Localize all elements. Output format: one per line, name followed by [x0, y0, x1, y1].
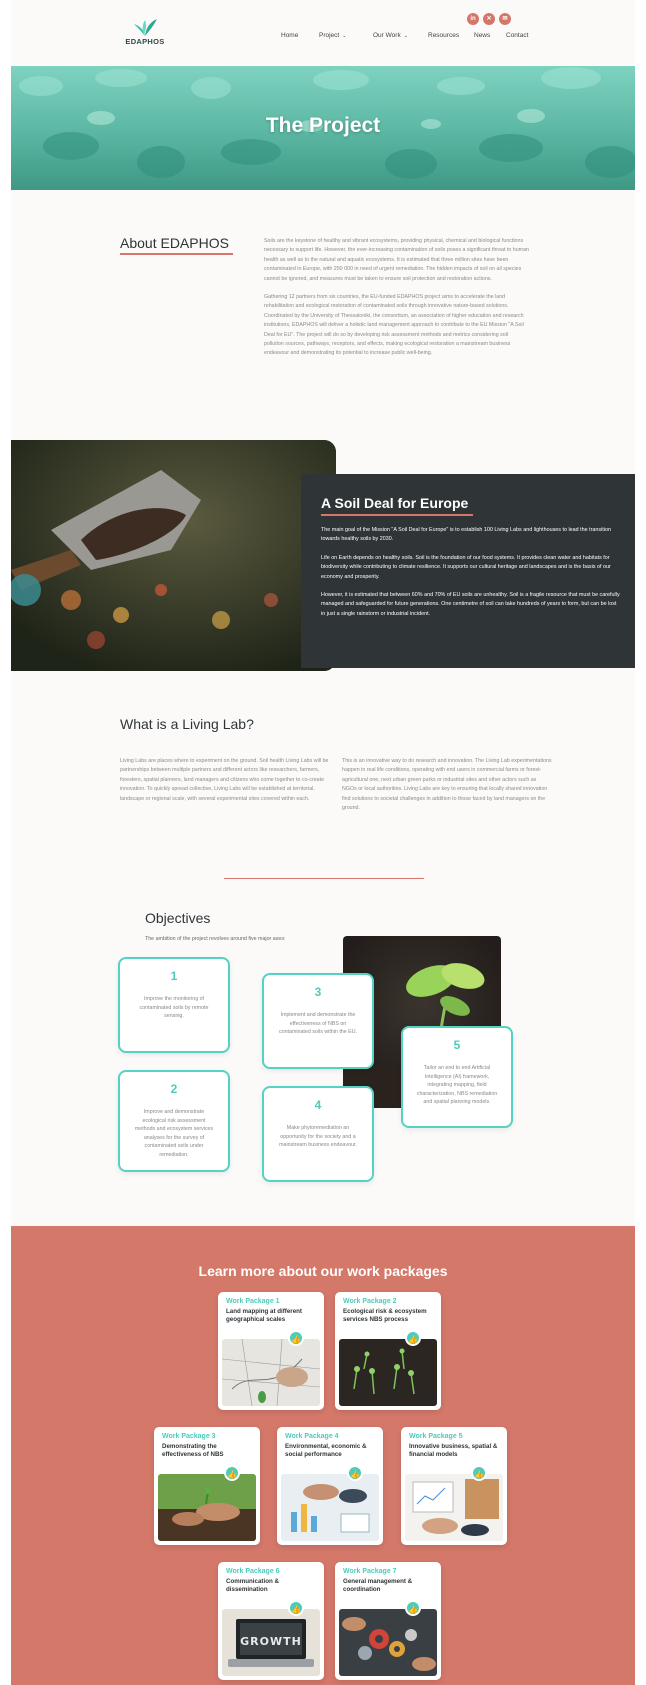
objective-number: 4 [314, 1098, 322, 1112]
work-package-image [281, 1474, 379, 1541]
objective-card-4: 4 Make phytoremediation an opportunity f… [262, 1086, 374, 1182]
work-packages-heading: Learn more about our work packages [198, 1263, 448, 1279]
living-lab-column-2: This is an innovative way to do research… [342, 758, 552, 812]
work-package-desc: General management & coordination [343, 1578, 413, 1593]
about-title-underline [120, 253, 233, 255]
nav-resources[interactable]: Resources [428, 32, 459, 39]
work-package-image [158, 1474, 256, 1541]
work-package-image [339, 1339, 437, 1406]
chevron-down-icon: ⌄ [403, 33, 408, 39]
work-package-image [222, 1339, 320, 1406]
nav-home[interactable]: Home [281, 32, 298, 39]
thumbs-up-icon: 👍 [347, 1465, 363, 1481]
work-package-desc: Ecological risk & ecosystem services NBS… [343, 1308, 427, 1323]
nav-contact[interactable]: Contact [506, 32, 528, 39]
twitter-icon[interactable]: ✕ [483, 13, 495, 25]
work-package-label: Work Package 1 [226, 1298, 280, 1305]
about-paragraph: Soils are the keystone of healthy and vi… [264, 238, 529, 282]
objectives-subtitle: The ambition of the project revolves aro… [145, 936, 286, 942]
objective-card-5: 5 Tailor an end to end Artificial Intell… [401, 1026, 513, 1128]
soil-deal-paragraph: However, it is estimated that between 60… [321, 592, 620, 617]
work-package-label: Work Package 6 [226, 1568, 280, 1575]
objective-text: Tailor an end to end Artificial Intellig… [416, 1065, 498, 1106]
soil-photo-graphic [11, 440, 336, 671]
objective-card-3: 3 Implement and demonstrate the effectiv… [262, 973, 374, 1069]
work-package-image [339, 1609, 437, 1676]
soil-deal-title: A Soil Deal for Europe [321, 495, 469, 511]
thumbs-up-icon: 👍 [405, 1330, 421, 1346]
svg-text:GROWTH: GROWTH [240, 1635, 302, 1648]
work-package-desc: Land mapping at different geographical s… [226, 1308, 302, 1323]
chevron-down-icon: ⌄ [342, 33, 347, 39]
work-package-desc: Communication & dissemination [226, 1578, 279, 1593]
linkedin-icon[interactable]: in [467, 13, 479, 25]
thumbs-up-icon: 👍 [288, 1330, 304, 1346]
work-package-label: Work Package 7 [343, 1568, 397, 1575]
work-package-card-2[interactable]: Work Package 2 Ecological risk & ecosyst… [335, 1292, 441, 1410]
work-package-card-5[interactable]: Work Package 5 Innovative business, spat… [401, 1427, 507, 1545]
page: EDAPHOS in ✕ ✉ Home Project ⌄ Our Work ⌄ R… [11, 0, 635, 1685]
objective-text: Make phytoremediation an opportunity for… [279, 1125, 357, 1149]
objective-text: Implement and demonstrate the effectiven… [278, 1012, 358, 1036]
nav-project-label: Project [319, 32, 340, 39]
work-package-desc: Environmental, economic & social perform… [285, 1443, 367, 1458]
about-text: Soils are the keystone of healthy and vi… [264, 237, 529, 368]
thumbs-up-icon: 👍 [288, 1600, 304, 1616]
objective-number: 2 [170, 1082, 178, 1096]
objective-card-2: 2 Improve and demonstrate ecological ris… [118, 1070, 230, 1172]
about-paragraph: Gathering 12 partners from six countries… [264, 294, 524, 357]
soil-deal-text: The main goal of the Mission "A Soil Dea… [321, 526, 621, 628]
objective-number: 1 [170, 969, 178, 983]
thumbs-up-icon: 👍 [471, 1465, 487, 1481]
objective-text: Improve the monitoring of contaminated s… [139, 996, 209, 1020]
work-package-desc: Innovative business, spatial & financial… [409, 1443, 498, 1458]
work-package-label: Work Package 3 [162, 1433, 216, 1440]
work-package-label: Work Package 5 [409, 1433, 463, 1440]
soil-deal-paragraph: The main goal of the Mission "A Soil Dea… [321, 527, 612, 543]
soil-deal-paragraph: Life on Earth depends on healthy soils. … [321, 554, 611, 580]
soil-deal-card: A Soil Deal for Europe The main goal of … [301, 474, 635, 668]
edaphos-logo[interactable]: EDAPHOS [120, 18, 170, 48]
site-header: EDAPHOS in ✕ ✉ Home Project ⌄ Our Work ⌄ R… [11, 0, 635, 66]
work-package-image [405, 1474, 503, 1541]
work-package-label: Work Package 2 [343, 1298, 397, 1305]
work-packages-section: Learn more about our work packages Work … [11, 1226, 635, 1685]
soil-shovel-image [11, 440, 336, 671]
logo-text: EDAPHOS [125, 37, 165, 46]
email-icon[interactable]: ✉ [499, 13, 511, 25]
work-package-card-1[interactable]: Work Package 1 Land mapping at different… [218, 1292, 324, 1410]
nav-our-work[interactable]: Our Work ⌄ [373, 32, 408, 39]
work-package-card-3[interactable]: Work Package 3 Demonstrating the effecti… [154, 1427, 260, 1545]
section-divider [224, 878, 424, 879]
thumbs-up-icon: 👍 [405, 1600, 421, 1616]
objective-text: Improve and demonstrate ecological risk … [134, 1109, 214, 1158]
work-package-card-6[interactable]: Work Package 6 Communication & dissemina… [218, 1562, 324, 1680]
about-title: About EDAPHOS [120, 235, 229, 251]
nav-project[interactable]: Project ⌄ [319, 32, 346, 39]
objective-card-1: 1 Improve the monitoring of contaminated… [118, 957, 230, 1053]
objective-number: 5 [453, 1038, 461, 1052]
work-package-image: GROWTH [222, 1609, 320, 1676]
work-package-card-7[interactable]: Work Package 7 General management & coor… [335, 1562, 441, 1680]
soil-deal-underline [321, 514, 473, 516]
objective-number: 3 [314, 985, 322, 999]
objectives-title: Objectives [145, 910, 211, 926]
page-title: The Project [265, 114, 381, 137]
work-package-card-4[interactable]: Work Package 4 Environmental, economic &… [277, 1427, 383, 1545]
leaf-logo-icon [134, 19, 157, 36]
living-lab-title: What is a Living Lab? [120, 716, 254, 732]
thumbs-up-icon: 👍 [224, 1465, 240, 1481]
nav-news[interactable]: News [474, 32, 490, 39]
work-package-desc: Demonstrating the effectiveness of NBS [162, 1443, 224, 1458]
hero-banner: The Project [11, 66, 635, 190]
work-package-label: Work Package 4 [285, 1433, 339, 1440]
nav-our-work-label: Our Work [373, 32, 401, 39]
main-nav: Home Project ⌄ Our Work ⌄ Resources News C… [281, 32, 551, 44]
living-lab-column-1: Living Labs are places where to experime… [120, 758, 329, 802]
